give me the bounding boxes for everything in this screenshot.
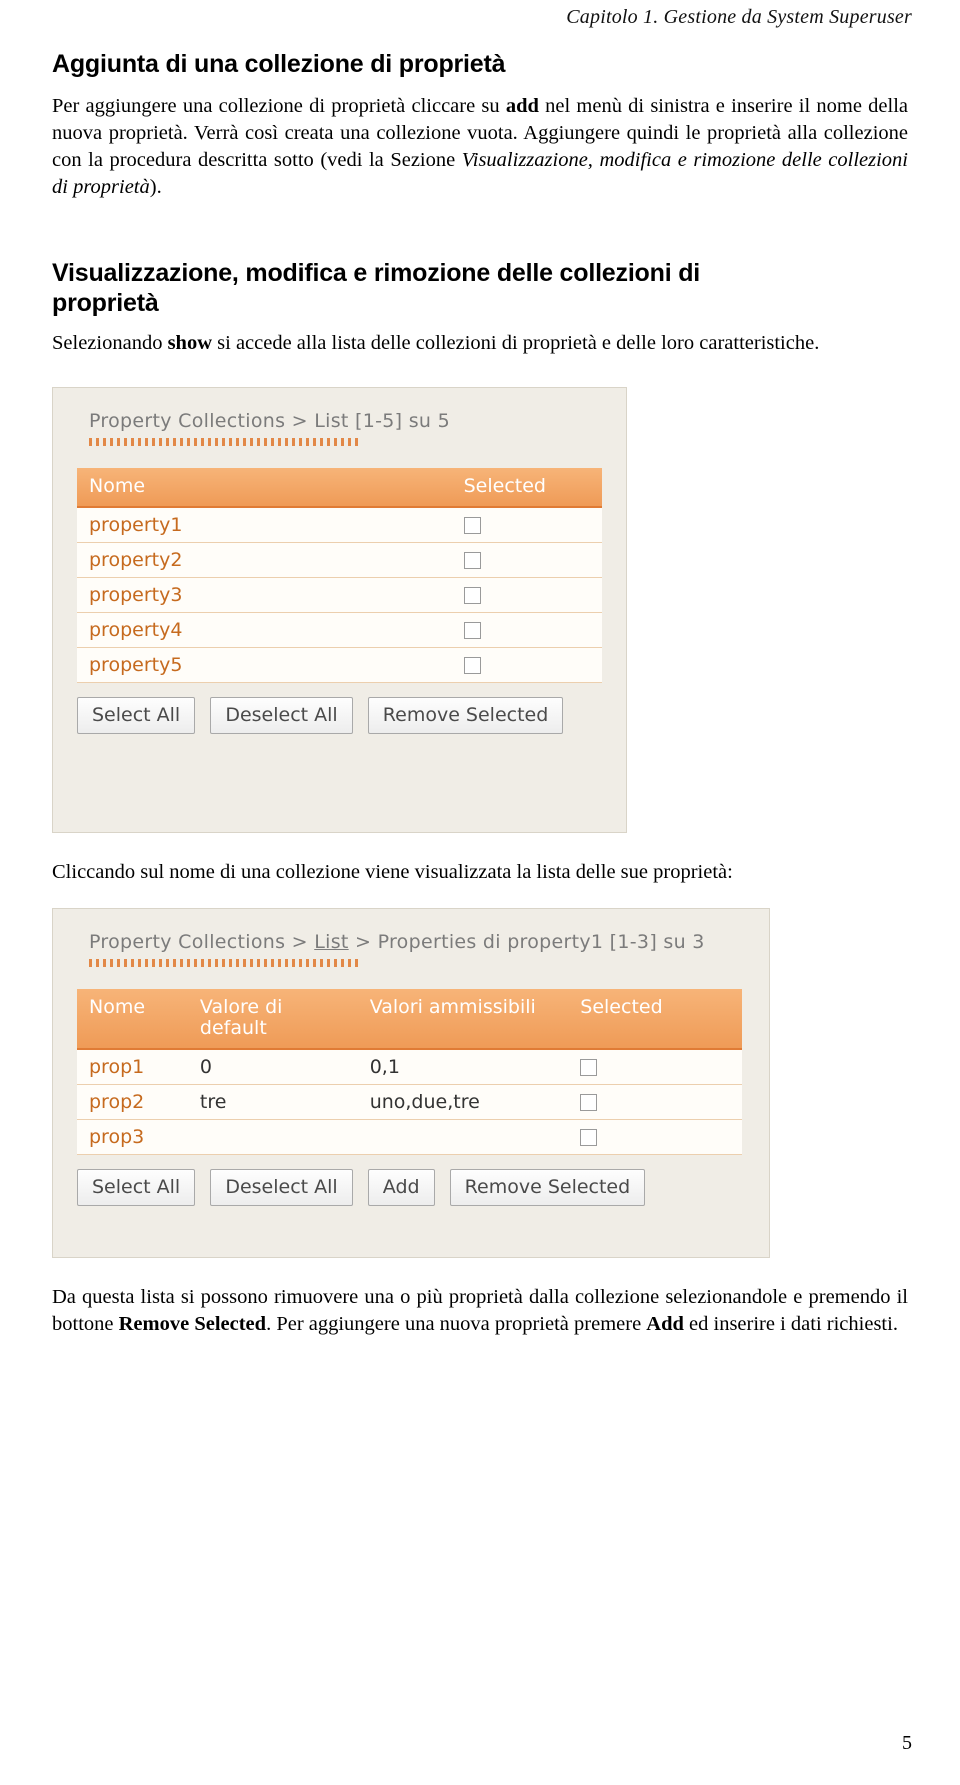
- cell-allowed-values: [357, 1119, 569, 1156]
- table-header-row: Nome Selected: [77, 468, 602, 509]
- remove-selected-button[interactable]: Remove Selected: [449, 1169, 646, 1207]
- checkbox-select-row[interactable]: [463, 552, 481, 570]
- remove-selected-button[interactable]: Remove Selected: [367, 697, 564, 735]
- button-row-2: Select All Deselect All Add Remove Selec…: [77, 1169, 769, 1232]
- add-button[interactable]: Add: [367, 1169, 435, 1207]
- breadcrumb-2: Property Collections > List > Properties…: [53, 909, 769, 957]
- breadcrumb-sep-2: >: [348, 931, 378, 954]
- cell-collection-name[interactable]: property2: [77, 542, 452, 579]
- checkbox-select-row[interactable]: [463, 657, 481, 675]
- cell-collection-name[interactable]: property1: [77, 507, 452, 544]
- checkbox-select-row[interactable]: [580, 1129, 598, 1147]
- checkbox-select-row[interactable]: [580, 1094, 598, 1112]
- breadcrumb-suffix: [1-3] su 3: [603, 931, 705, 954]
- checkbox-select-row[interactable]: [463, 517, 481, 535]
- table-row[interactable]: prop3: [77, 1119, 742, 1156]
- paragraph-view-edit-remove: Selezionando show si accede alla lista d…: [52, 332, 820, 355]
- column-header-valori-ammissibili: Valori ammissibili: [357, 989, 569, 1051]
- cell-selected: [451, 542, 602, 579]
- caption-click-collection: Cliccando sul nome di una collezione vie…: [52, 861, 733, 884]
- breadcrumb-current: Properties di property1: [377, 931, 604, 954]
- table-row[interactable]: property3: [77, 577, 602, 614]
- cell-selected: [568, 1084, 742, 1121]
- column-header-nome: Nome: [77, 468, 452, 509]
- document-page: Capitolo 1. Gestione da System Superuser…: [0, 0, 960, 1785]
- breadcrumb-link-list[interactable]: List: [314, 931, 348, 953]
- cell-selected: [451, 507, 602, 544]
- cell-default-value: 0: [187, 1049, 358, 1086]
- select-all-button[interactable]: Select All: [77, 1169, 196, 1207]
- cell-selected: [568, 1119, 742, 1156]
- deselect-all-button[interactable]: Deselect All: [210, 697, 353, 735]
- cell-selected: [451, 647, 602, 684]
- collections-table: Nome Selected property1 property2 proper…: [77, 468, 602, 684]
- properties-table: Nome Valore di default Valori ammissibil…: [77, 989, 742, 1156]
- breadcrumb-prefix: Property Collections: [89, 410, 286, 433]
- section-title-add-collection: Aggiunta di una collezione di proprietà: [52, 50, 506, 78]
- page-content: Aggiunta di una collezione di proprietà …: [52, 50, 908, 1338]
- column-header-nome: Nome: [77, 989, 188, 1051]
- screenshot-property-collections-list: Property Collections > List [1-5] su 5 N…: [52, 387, 627, 834]
- select-all-button[interactable]: Select All: [77, 697, 196, 735]
- breadcrumb-underline-decoration: [89, 438, 359, 447]
- cell-property-name[interactable]: prop1: [77, 1049, 188, 1086]
- table-row[interactable]: property2: [77, 542, 602, 579]
- cell-collection-name[interactable]: property3: [77, 577, 452, 614]
- cell-collection-name[interactable]: property4: [77, 612, 452, 649]
- page-number: 5: [902, 1732, 912, 1754]
- breadcrumb-1: Property Collections > List [1-5] su 5: [53, 388, 626, 436]
- checkbox-select-row[interactable]: [463, 622, 481, 640]
- table-row[interactable]: prop1 0 0,1: [77, 1049, 742, 1086]
- cell-selected: [568, 1049, 742, 1086]
- table-row[interactable]: property1: [77, 507, 602, 544]
- table-row[interactable]: property5: [77, 647, 602, 684]
- checkbox-select-row[interactable]: [580, 1059, 598, 1077]
- cell-property-name[interactable]: prop3: [77, 1119, 188, 1156]
- table-row[interactable]: property4: [77, 612, 602, 649]
- checkbox-select-row[interactable]: [463, 587, 481, 605]
- breadcrumb-link-list[interactable]: List: [314, 410, 348, 432]
- paragraph-footer: Da questa lista si possono rimuovere una…: [52, 1286, 908, 1336]
- cell-collection-name[interactable]: property5: [77, 647, 452, 684]
- column-header-selected: Selected: [451, 468, 602, 509]
- paragraph-add-collection: Per aggiungere una collezione di proprie…: [52, 95, 908, 199]
- cell-allowed-values: 0,1: [357, 1049, 569, 1086]
- breadcrumb-prefix: Property Collections: [89, 931, 286, 954]
- cell-property-name[interactable]: prop2: [77, 1084, 188, 1121]
- screenshot-property-list: Property Collections > List > Properties…: [52, 908, 770, 1259]
- column-header-valore-di-default: Valore di default: [187, 989, 358, 1051]
- running-head: Capitolo 1. Gestione da System Superuser: [566, 6, 912, 28]
- cell-default-value: [187, 1119, 358, 1156]
- breadcrumb-suffix: [1-5] su 5: [348, 410, 450, 433]
- table-row[interactable]: prop2 tre uno,due,tre: [77, 1084, 742, 1121]
- section-title-view-edit-remove: Visualizzazione, modifica e rimozione de…: [52, 259, 701, 317]
- breadcrumb-sep: >: [285, 410, 315, 433]
- cell-default-value: tre: [187, 1084, 358, 1121]
- cell-allowed-values: uno,due,tre: [357, 1084, 569, 1121]
- breadcrumb-sep: >: [285, 931, 315, 954]
- cell-selected: [451, 612, 602, 649]
- table-header-row: Nome Valore di default Valori ammissibil…: [77, 989, 742, 1051]
- breadcrumb-underline-decoration: [89, 959, 361, 968]
- column-header-selected: Selected: [568, 989, 742, 1051]
- deselect-all-button[interactable]: Deselect All: [210, 1169, 353, 1207]
- button-row-1: Select All Deselect All Remove Selected: [77, 697, 626, 760]
- cell-selected: [451, 577, 602, 614]
